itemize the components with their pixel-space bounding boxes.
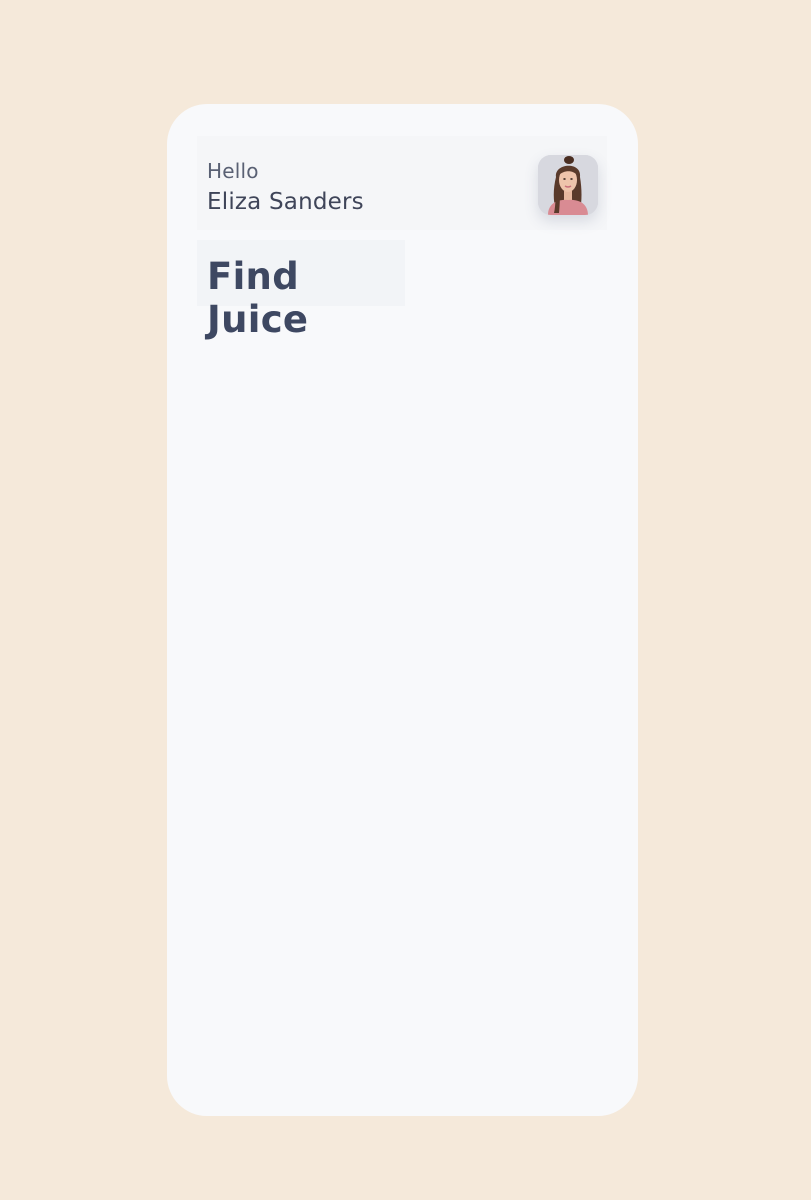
avatar-image (538, 155, 598, 215)
greeting-text: Hello (207, 159, 259, 183)
app-screen: Hello Eliza Sanders Find Juice (167, 104, 638, 1116)
avatar[interactable] (538, 155, 598, 215)
user-name: Eliza Sanders (207, 189, 364, 215)
title-section: Find Juice (197, 240, 405, 341)
page-title: Find Juice (207, 255, 309, 341)
header: Hello Eliza Sanders (197, 136, 607, 230)
